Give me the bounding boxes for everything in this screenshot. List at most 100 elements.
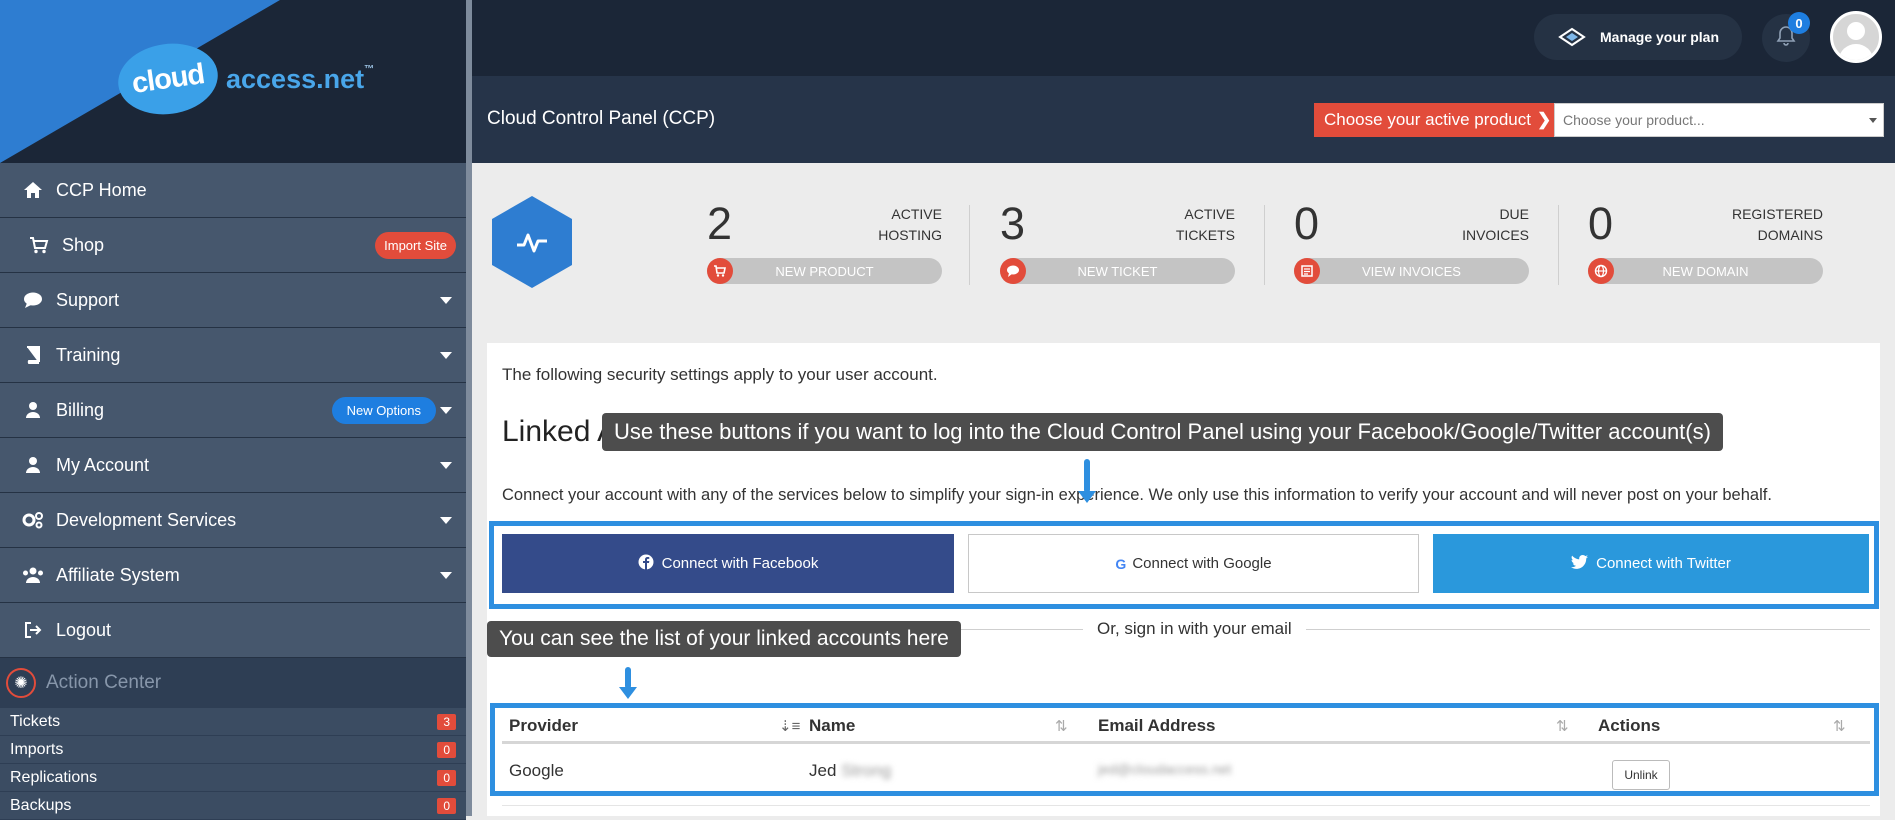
activity-hexagon-icon [492, 196, 572, 288]
sidebar-item-label: My Account [56, 454, 150, 475]
sidebar-item-affiliate-system[interactable]: Affiliate System [0, 548, 466, 603]
cart-icon [707, 258, 733, 284]
notifications-count-badge: 0 [1788, 12, 1810, 34]
connect-facebook-label: Connect with Facebook [661, 555, 819, 572]
logout-icon [20, 621, 46, 639]
spinner-icon: ✺ [6, 668, 36, 698]
sidebar-item-label: Support [56, 289, 120, 310]
tooltip-list: You can see the list of your linked acco… [487, 621, 961, 657]
linked-accounts-panel: The following security settings apply to… [487, 343, 1880, 816]
sidebar-item-training[interactable]: Training [0, 328, 466, 383]
logo-text: access.net™ [226, 63, 375, 94]
stat-number: 0 [1294, 198, 1320, 249]
stats-panel: 2 ACTIVE HOSTING NEW PRODUCT 3 ACTIVE TICK… [472, 163, 1895, 343]
sidebar-item-support[interactable]: Support [0, 273, 466, 328]
connect-twitter-label: Connect with Twitter [1596, 555, 1731, 572]
email-cell: jed@cloudaccess.net [1098, 761, 1232, 777]
count-badge: 0 [437, 798, 456, 814]
sort-icon[interactable]: ⇅ [1833, 717, 1846, 735]
import-site-badge[interactable]: Import Site [375, 232, 456, 259]
stat-registered-domains: 0 REGISTERED DOMAINS NEW DOMAIN [1588, 198, 1823, 288]
sidebar: cloud access.net™ CCP Home Shop Import S… [0, 0, 472, 820]
sidebar-item-label: Affiliate System [56, 564, 180, 585]
page-title: Cloud Control Panel (CCP) [487, 108, 716, 129]
column-header-name[interactable]: Name [809, 711, 855, 741]
product-select-placeholder: Choose your product... [1563, 112, 1705, 128]
column-header-email[interactable]: Email Address [1098, 711, 1215, 741]
sidebar-item-label: Shop [62, 234, 105, 255]
new-product-button[interactable]: NEW PRODUCT [707, 258, 942, 284]
sidebar-item-label: Training [56, 344, 121, 365]
stat-label: ACTIVE TICKETS [1175, 206, 1235, 243]
chevron-down-icon [440, 297, 452, 304]
stat-active-hosting: 2 ACTIVE HOSTING NEW PRODUCT [707, 198, 942, 288]
cloudaccess-logo[interactable]: cloud access.net™ [113, 37, 375, 121]
provider-cell: Google [509, 761, 564, 780]
stat-action-label: VIEW INVOICES [1362, 263, 1461, 279]
action-center-row-tickets[interactable]: Tickets 3 [0, 708, 466, 736]
intro-text: The following security settings apply to… [502, 365, 938, 384]
sidebar-item-ccp-home[interactable]: CCP Home [0, 163, 466, 218]
new-ticket-button[interactable]: NEW TICKET [1000, 258, 1235, 284]
stat-label: DUE INVOICES [1462, 206, 1529, 243]
choose-active-product-button[interactable]: Choose your active product ❯ [1314, 103, 1554, 137]
diamond-icon [1558, 27, 1586, 47]
stat-number: 3 [1000, 198, 1026, 249]
connect-google-button[interactable]: G Connect with Google [968, 534, 1419, 593]
column-header-actions[interactable]: Actions [1598, 711, 1660, 741]
sidebar-item-billing[interactable]: Billing New Options [0, 383, 466, 438]
connect-description: Connect your account with any of the ser… [502, 486, 1772, 504]
stat-active-tickets: 3 ACTIVE TICKETS NEW TICKET [1000, 198, 1235, 288]
action-center-label: Imports [10, 740, 64, 758]
unlink-button[interactable]: Unlink [1612, 760, 1670, 790]
manage-plan-label: Manage your plan [1600, 29, 1720, 45]
sidebar-item-label: Development Services [56, 509, 237, 530]
manage-plan-button[interactable]: Manage your plan [1534, 14, 1742, 60]
or-sign-in-text: Or, sign in with your email [1083, 619, 1306, 639]
sort-icon[interactable]: ⇅ [1055, 717, 1068, 735]
users-icon [20, 566, 46, 584]
sidebar-item-label: CCP Home [56, 179, 147, 200]
connect-facebook-button[interactable]: Connect with Facebook [502, 534, 954, 593]
home-icon [20, 181, 46, 199]
stat-number: 2 [707, 198, 733, 249]
gears-icon [20, 511, 46, 529]
twitter-icon [1571, 554, 1589, 573]
user-icon [20, 401, 46, 419]
sort-desc-icon[interactable]: ⇣≡ [779, 717, 800, 735]
sort-icon[interactable]: ⇅ [1556, 717, 1569, 735]
divider [1558, 205, 1559, 285]
tooltip-buttons: Use these buttons if you want to log int… [602, 413, 1723, 451]
facebook-icon [638, 554, 654, 574]
comment-icon [20, 291, 46, 309]
action-center-label: Backups [10, 796, 72, 814]
sidebar-item-shop[interactable]: Shop Import Site [0, 218, 466, 273]
arrow-down-icon [619, 667, 637, 699]
chevron-right-icon: ❯ [1536, 110, 1552, 129]
action-center-row-replications[interactable]: Replications 0 [0, 764, 466, 792]
user-icon [20, 456, 46, 474]
connect-twitter-button[interactable]: Connect with Twitter [1433, 534, 1869, 593]
action-center-row-imports[interactable]: Imports 0 [0, 736, 466, 764]
stat-label: ACTIVE HOSTING [878, 206, 942, 243]
sidebar-item-development-services[interactable]: Development Services [0, 493, 466, 548]
action-center-title: Action Center [46, 672, 162, 693]
new-domain-button[interactable]: NEW DOMAIN [1588, 258, 1823, 284]
count-badge: 3 [437, 714, 456, 730]
globe-icon [1588, 258, 1614, 284]
chevron-down-icon [440, 517, 452, 524]
logo-bubble: cloud [113, 37, 223, 121]
view-invoices-button[interactable]: VIEW INVOICES [1294, 258, 1529, 284]
sidebar-item-logout[interactable]: Logout [0, 603, 466, 658]
cart-icon [26, 236, 52, 254]
column-header-provider[interactable]: Provider [509, 711, 578, 741]
new-options-badge[interactable]: New Options [331, 397, 436, 424]
stat-due-invoices: 0 DUE INVOICES VIEW INVOICES [1294, 198, 1529, 288]
sidebar-item-label: Logout [56, 619, 112, 640]
chevron-down-icon [1869, 118, 1877, 123]
invoice-icon [1294, 258, 1320, 284]
sidebar-item-my-account[interactable]: My Account [0, 438, 466, 493]
avatar[interactable] [1830, 11, 1882, 63]
product-select[interactable]: Choose your product... [1554, 103, 1884, 137]
action-center-header[interactable]: ✺ Action Center [0, 658, 466, 708]
